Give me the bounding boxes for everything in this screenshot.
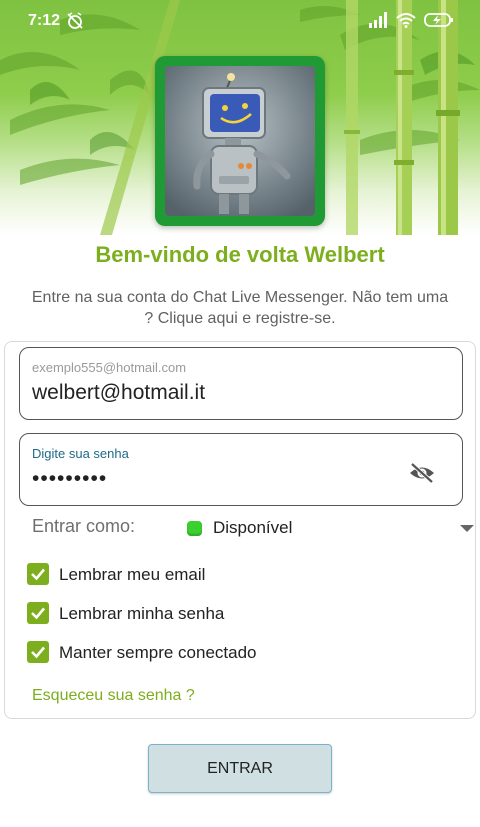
password-field[interactable]: Digite sua senha ••••••••• [19,433,463,506]
checkbox-checked-icon [27,563,49,585]
status-time: 7:12 [28,12,61,29]
status-bar: 7:12 [0,0,480,42]
email-input[interactable] [32,381,412,405]
avatar[interactable] [155,56,325,226]
checkbox-checked-icon [27,602,49,624]
remember-email-label: Lembrar meu email [59,565,206,584]
chevron-down-icon [460,525,474,532]
status-row: Entrar como: Disponível [32,516,474,544]
password-input[interactable]: ••••••••• [32,467,107,491]
wifi-icon [396,12,416,33]
stay-connected-label: Manter sempre conectado [59,643,257,662]
forgot-password-link[interactable]: Esqueceu sua senha ? [32,687,195,705]
checkbox-checked-icon [27,641,49,663]
status-icons [368,12,454,33]
remember-password-label: Lembrar minha senha [59,604,225,623]
status-value: Disponível [213,518,293,537]
enter-button[interactable]: ENTRAR [148,744,332,793]
status-label: Entrar como: [32,516,136,536]
welcome-subtitle-register-link[interactable]: Entre na sua conta do Chat Live Messenge… [30,287,450,329]
alarm-off-icon [66,12,84,35]
login-form-card: exemplo555@hotmail.com Digite sua senha … [4,341,476,719]
signal-icon [368,12,388,33]
robot-avatar-image [165,66,315,216]
email-field[interactable]: exemplo555@hotmail.com [19,347,463,420]
status-available-icon [187,521,202,536]
status-dropdown[interactable]: Disponível [184,516,474,544]
password-field-label: Digite sua senha [32,446,129,461]
battery-charging-icon [424,12,454,33]
visibility-off-icon[interactable] [408,462,436,489]
email-field-label: exemplo555@hotmail.com [32,360,187,375]
welcome-title: Bem-vindo de volta Welbert [95,242,385,267]
